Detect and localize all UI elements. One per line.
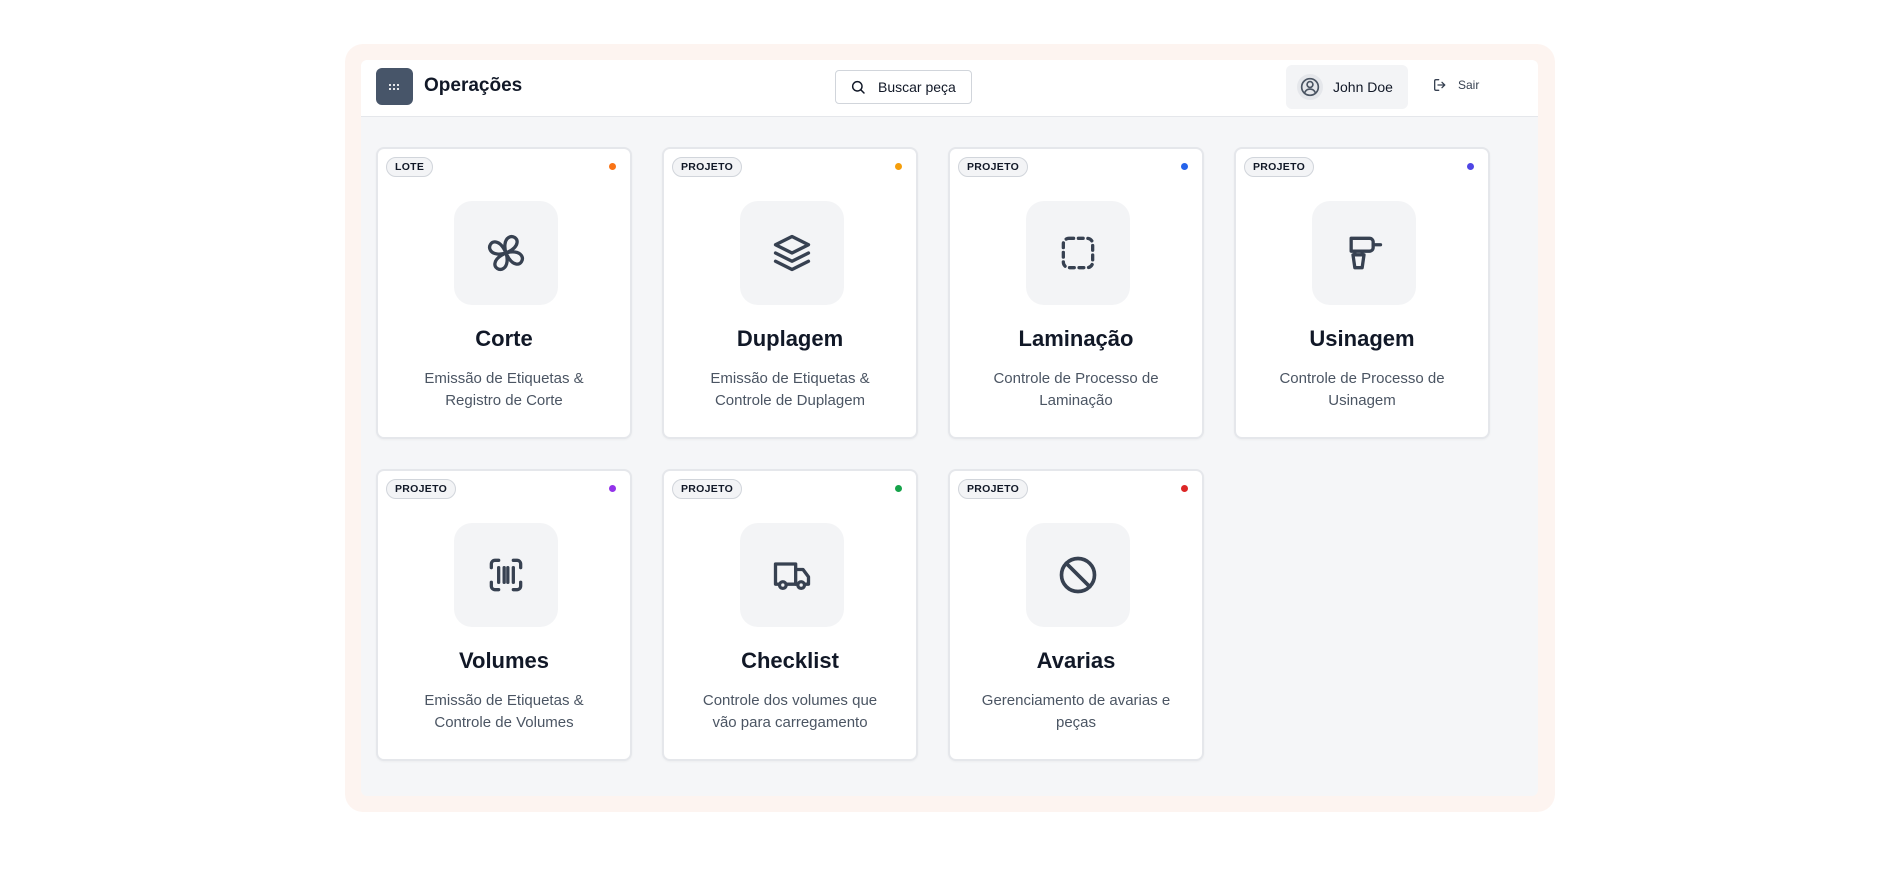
truck-icon — [773, 562, 811, 591]
card-description: Controle dos volumes que vão para carreg… — [702, 692, 878, 731]
status-dot — [609, 485, 616, 492]
card-description: Gerenciamento de avarias e peças — [981, 692, 1171, 731]
user-icon — [1300, 77, 1320, 97]
search-icon — [851, 80, 865, 94]
card-description: Emissão de Etiquetas & Controle de Dupla… — [710, 370, 870, 409]
module-card-usinagem[interactable]: PROJETO Usinagem Controle de Processo de… — [1234, 147, 1490, 439]
type-badge: PROJETO — [672, 479, 743, 499]
card-title: Corte — [475, 326, 533, 351]
card-icon-box — [454, 523, 558, 627]
type-badge: PROJETO — [958, 479, 1029, 499]
ban-icon — [1059, 556, 1097, 594]
logout-label: Sair — [1458, 78, 1480, 92]
app-window: Operações Buscar peça John Doe Sair LOTE — [361, 60, 1538, 796]
card-icon-box — [740, 201, 844, 305]
search-label: Buscar peça — [878, 79, 956, 95]
top-header: Operações Buscar peça John Doe Sair — [361, 60, 1538, 117]
type-badge: PROJETO — [386, 479, 457, 499]
card-title: Duplagem — [736, 326, 844, 351]
card-icon-box — [1026, 201, 1130, 305]
type-badge: PROJETO — [958, 157, 1029, 177]
status-dot — [1181, 163, 1188, 170]
module-card-duplagem[interactable]: PROJETO Duplagem Emissão de Etiquetas & … — [662, 147, 918, 439]
barcode-scan-icon — [489, 558, 523, 592]
grid-dots-icon — [388, 83, 399, 90]
drill-icon — [1349, 236, 1383, 270]
card-icon-box — [1026, 523, 1130, 627]
type-badge: PROJETO — [672, 157, 743, 177]
card-title: Usinagem — [1309, 326, 1415, 351]
type-badge: LOTE — [386, 157, 434, 177]
logout-button[interactable]: Sair — [1432, 77, 1479, 93]
module-card-checklist[interactable]: PROJETO Checklist Controle dos volumes q… — [662, 469, 918, 761]
status-dot — [1181, 485, 1188, 492]
logout-icon — [1434, 79, 1446, 91]
card-icon-box — [454, 201, 558, 305]
card-title: Laminação — [1018, 326, 1134, 351]
fan-icon — [487, 234, 525, 272]
module-card-laminacao[interactable]: PROJETO Laminação Controle de Processo d… — [948, 147, 1204, 439]
search-button[interactable]: Buscar peça — [835, 70, 972, 104]
module-card-volumes[interactable]: PROJETO Volumes Emissão de Etiquetas & C… — [376, 469, 632, 761]
user-name: John Doe — [1333, 79, 1393, 95]
dashed-square-icon — [1061, 236, 1095, 270]
card-description: Emissão de Etiquetas & Controle de Volum… — [424, 692, 584, 731]
status-dot — [1467, 163, 1474, 170]
page-title: Operações — [424, 75, 523, 96]
module-card-corte[interactable]: LOTE Corte Emissão de Etiquetas & Regist… — [376, 147, 632, 439]
status-dot — [609, 163, 616, 170]
card-title: Volumes — [458, 648, 550, 673]
user-menu-button[interactable]: John Doe — [1286, 65, 1408, 109]
card-title: Avarias — [1036, 648, 1116, 673]
app-logo[interactable] — [376, 68, 413, 105]
card-description: Controle de Processo de Usinagem — [1279, 370, 1445, 409]
status-dot — [895, 485, 902, 492]
card-icon-box — [740, 523, 844, 627]
card-description: Emissão de Etiquetas & Registro de Corte — [424, 370, 584, 409]
card-icon-box — [1312, 201, 1416, 305]
status-dot — [895, 163, 902, 170]
avatar — [1297, 74, 1323, 100]
card-description: Controle de Processo de Laminação — [993, 370, 1159, 409]
type-badge: PROJETO — [1244, 157, 1315, 177]
module-card-avarias[interactable]: PROJETO Avarias Gerenciamento de avarias… — [948, 469, 1204, 761]
layers-icon — [773, 234, 811, 272]
card-title: Checklist — [741, 648, 839, 673]
